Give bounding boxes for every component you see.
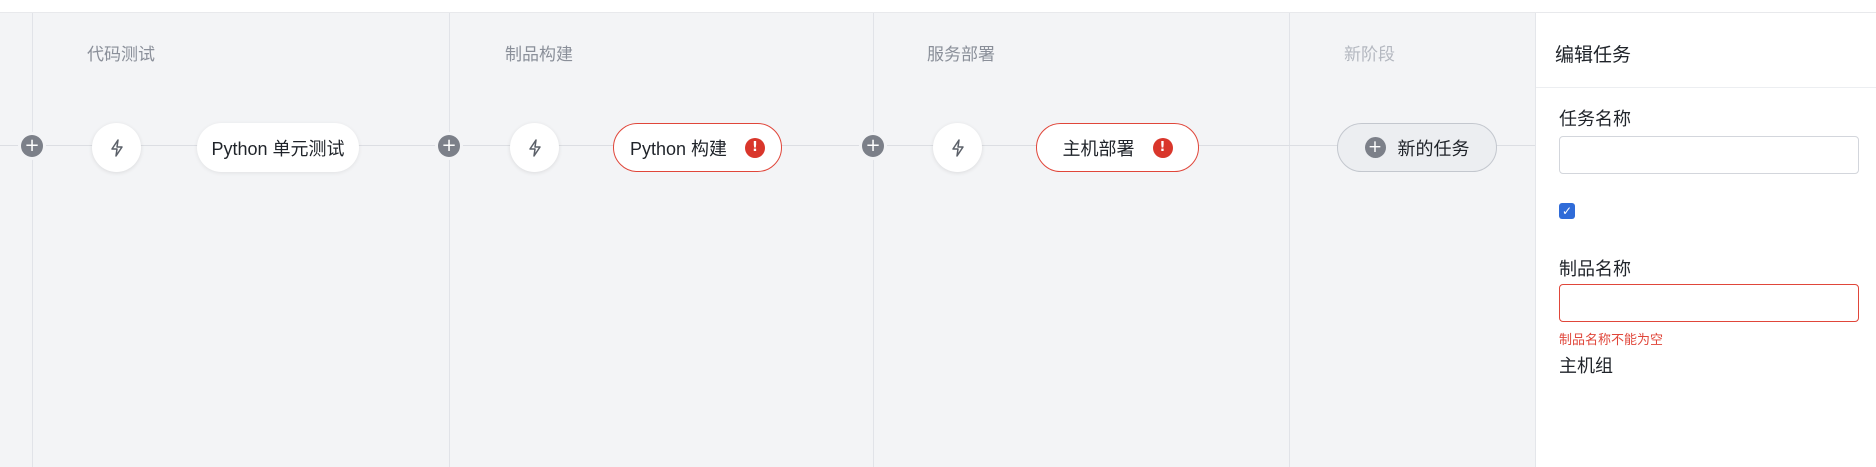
- stage-divider: [32, 13, 33, 467]
- stage-divider: [1289, 13, 1290, 467]
- plus-icon: +: [865, 135, 881, 156]
- task-label: 主机部署: [1062, 138, 1135, 159]
- plus-icon: +: [24, 135, 40, 156]
- panel-header: 编辑任务: [1536, 13, 1876, 88]
- stage-divider: [449, 13, 450, 467]
- stage-divider: [873, 13, 874, 467]
- exclamation-circle-icon: !: [745, 137, 766, 158]
- add-stage-button[interactable]: +: [438, 135, 460, 157]
- trigger-node[interactable]: [510, 123, 559, 172]
- stage-title-new-stage[interactable]: 新阶段: [1344, 40, 1395, 65]
- checkbox[interactable]: ✓: [1559, 203, 1575, 219]
- task-name-input[interactable]: [1559, 136, 1859, 174]
- stage-title-service-deploy: 服务部署: [927, 45, 995, 64]
- lightning-bolt-icon: [110, 138, 123, 157]
- artifact-name-label: 制品名称: [1559, 259, 1631, 279]
- trigger-node[interactable]: [933, 123, 982, 172]
- new-task-button[interactable]: + 新的任务: [1337, 123, 1497, 172]
- lightning-bolt-icon: [951, 138, 964, 157]
- artifact-name-input[interactable]: [1559, 284, 1859, 322]
- edit-task-panel: 编辑任务 任务名称 ✓ 制品名称 制品名称不能为空 主机组: [1535, 13, 1876, 467]
- task-python-build[interactable]: Python 构建 !: [613, 123, 782, 172]
- task-name-label: 任务名称: [1559, 109, 1631, 129]
- stage-title-code-test: 代码测试: [87, 45, 155, 64]
- top-bar: [0, 0, 1876, 13]
- new-task-label: 新的任务: [1397, 138, 1470, 159]
- task-label: Python 构建: [629, 138, 728, 159]
- plus-circle-icon: +: [1364, 137, 1386, 158]
- stage-title-artifact-build: 制品构建: [505, 45, 573, 64]
- plus-icon: +: [441, 135, 457, 156]
- artifact-name-error: 制品名称不能为空: [1559, 332, 1664, 347]
- task-host-deploy[interactable]: 主机部署 !: [1036, 123, 1199, 172]
- task-label: Python 单元测试: [211, 138, 345, 159]
- lightning-bolt-icon: [528, 138, 541, 157]
- host-group-label: 主机组: [1559, 356, 1613, 376]
- add-stage-button[interactable]: +: [21, 135, 43, 157]
- task-python-unit-test[interactable]: Python 单元测试: [197, 123, 359, 172]
- trigger-node[interactable]: [92, 123, 141, 172]
- exclamation-circle-icon: !: [1152, 137, 1173, 158]
- pipeline-canvas: 代码测试 制品构建 服务部署 新阶段 + Python 单元测试 + Pytho…: [0, 13, 1535, 467]
- add-stage-button[interactable]: +: [862, 135, 884, 157]
- panel-title: 编辑任务: [1555, 45, 1632, 66]
